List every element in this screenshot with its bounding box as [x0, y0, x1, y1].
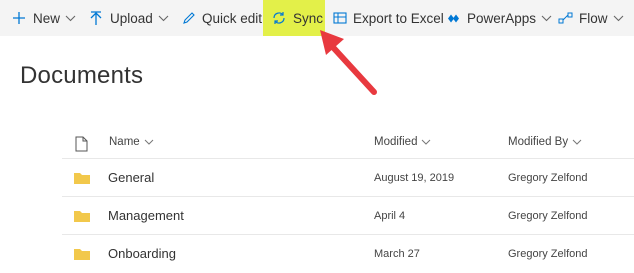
quick-edit-label: Quick edit [202, 10, 263, 26]
new-label: New [33, 10, 61, 26]
folder-name-link[interactable]: Onboarding [108, 246, 176, 261]
plus-icon [13, 12, 25, 24]
chevron-down-icon [65, 15, 76, 21]
page-title: Documents [20, 62, 144, 89]
quick-edit-button[interactable]: Quick edit [182, 0, 262, 36]
folder-icon [74, 249, 90, 260]
chevron-down-icon [541, 15, 552, 21]
file-type-icon[interactable] [75, 136, 88, 152]
flow-label: Flow [579, 10, 608, 26]
folder-icon [74, 173, 90, 184]
folder-icon [74, 211, 90, 222]
modified-by-cell: Gregory Zelfond [508, 210, 588, 222]
column-modified-by-label: Modified By [508, 136, 569, 148]
column-modified-label: Modified [374, 136, 418, 148]
powerapps-icon [448, 14, 459, 22]
chevron-down-icon [158, 15, 169, 21]
chevron-down-icon [144, 139, 154, 145]
sync-icon [273, 12, 285, 24]
chevron-down-icon [613, 15, 623, 21]
folder-name-link[interactable]: General [108, 170, 154, 185]
modified-cell: August 19, 2019 [374, 172, 455, 184]
flow-button[interactable]: Flow [558, 0, 624, 36]
red-arrow-annotation [320, 30, 377, 95]
powerapps-button[interactable]: PowerApps [447, 0, 552, 36]
column-header-modified[interactable]: Modified [374, 136, 431, 148]
modified-cell: April 4 [374, 210, 406, 222]
powerapps-label: PowerApps [467, 10, 537, 26]
chevron-down-icon [572, 139, 582, 145]
upload-label: Upload [110, 10, 153, 26]
column-header-name[interactable]: Name [109, 136, 154, 148]
upload-button[interactable]: Upload [90, 0, 169, 36]
modified-by-cell: Gregory Zelfond [508, 248, 588, 260]
chevron-down-icon [422, 139, 431, 145]
pencil-icon [183, 12, 195, 24]
modified-by-cell: Gregory Zelfond [508, 172, 588, 184]
new-button[interactable]: New [12, 0, 76, 36]
column-header-modified-by[interactable]: Modified By [508, 136, 582, 148]
flow-icon [558, 12, 573, 24]
column-name-label: Name [109, 136, 140, 148]
modified-cell: March 27 [374, 248, 420, 260]
folder-name-link[interactable]: Management [108, 208, 184, 223]
upload-icon [90, 10, 102, 25]
